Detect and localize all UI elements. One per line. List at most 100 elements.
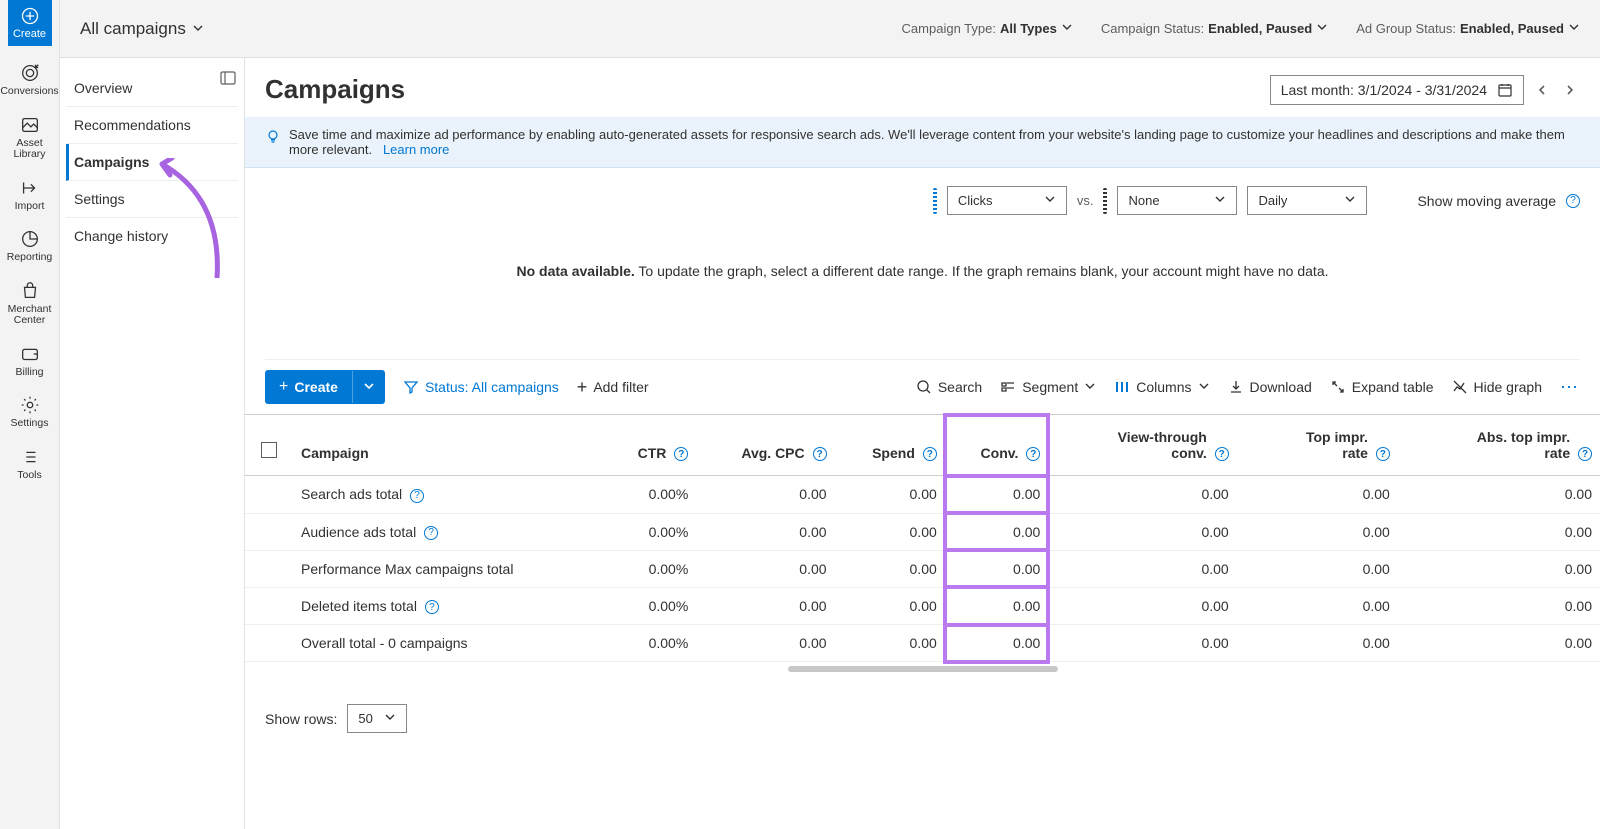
col-ctr[interactable]: CTR ? (605, 415, 696, 476)
rail-conversions[interactable]: Conversions (0, 54, 60, 106)
banner-text: Save time and maximize ad performance by… (289, 127, 1565, 157)
list-icon (19, 446, 41, 468)
filter-adgroup-status[interactable]: Ad Group Status: Enabled, Paused (1356, 21, 1580, 36)
col-campaign[interactable]: Campaign (293, 415, 605, 476)
rail-merchant-center[interactable]: Merchant Center (0, 272, 60, 335)
vs-label: vs. (1077, 193, 1094, 208)
chevron-down-icon (1198, 379, 1210, 395)
col-vtc[interactable]: View-through conv. ? (1048, 415, 1236, 476)
help-icon[interactable]: ? (1376, 447, 1390, 461)
expand-table-button[interactable]: Expand table (1330, 379, 1434, 395)
col-avgcpc[interactable]: Avg. CPC ? (696, 415, 834, 476)
row-name: Overall total - 0 campaigns (293, 625, 605, 662)
select-all-checkbox[interactable] (261, 442, 277, 458)
chevron-down-icon (1344, 193, 1356, 208)
segment-button[interactable]: Segment (1000, 379, 1096, 395)
expand-icon (1330, 379, 1346, 395)
table-create-button[interactable]: +Create (265, 370, 385, 404)
help-icon[interactable]: ? (1566, 194, 1580, 208)
add-filter-button[interactable]: + Add filter (577, 377, 649, 398)
create-button[interactable]: Create (8, 0, 52, 46)
nav-item-campaigns[interactable]: Campaigns (66, 144, 238, 181)
nav-item-overview[interactable]: Overview (66, 70, 238, 107)
moving-average-toggle[interactable]: Show moving average ? (1417, 193, 1580, 209)
help-icon[interactable]: ? (1215, 447, 1229, 461)
rail-settings[interactable]: Settings (0, 386, 60, 438)
search-button[interactable]: Search (916, 379, 982, 395)
download-icon (1228, 379, 1244, 395)
table-row: Audience ads total ?0.00%0.000.000.000.0… (245, 513, 1600, 550)
table-header-row: Campaign CTR ? Avg. CPC ? Spend ? Conv. … (245, 415, 1600, 476)
drag-handle-icon[interactable] (1103, 188, 1107, 214)
rail-billing[interactable]: Billing (0, 335, 60, 387)
top-bar: All campaigns Campaign Type: All Types C… (60, 0, 1600, 58)
status-filter[interactable]: Status: All campaigns (403, 379, 559, 395)
chevron-down-icon (1084, 379, 1096, 395)
chevron-down-icon (1568, 21, 1580, 36)
col-atir[interactable]: Abs. top impr. rate ? (1398, 415, 1600, 476)
table-toolbar: +Create Status: All campaigns + Add filt… (245, 360, 1600, 414)
col-conv[interactable]: Conv. ? (945, 415, 1049, 476)
help-icon[interactable]: ? (674, 447, 688, 461)
date-range-picker[interactable]: Last month: 3/1/2024 - 3/31/2024 (1270, 75, 1524, 105)
help-icon[interactable]: ? (410, 489, 424, 503)
chevron-down-icon (1214, 193, 1226, 208)
help-icon[interactable]: ? (425, 600, 439, 614)
help-icon[interactable]: ? (813, 447, 827, 461)
granularity-select[interactable]: Daily (1247, 186, 1367, 215)
collapse-nav-button[interactable] (220, 70, 236, 91)
hide-graph-icon (1452, 379, 1468, 395)
create-dropdown-button[interactable] (352, 371, 385, 403)
import-icon (19, 177, 41, 199)
help-icon[interactable]: ? (923, 447, 937, 461)
horizontal-scrollbar[interactable] (788, 666, 1058, 672)
more-menu-button[interactable]: ⋯ (1560, 377, 1580, 398)
filter-campaign-status[interactable]: Campaign Status: Enabled, Paused (1101, 21, 1328, 36)
nav-item-settings[interactable]: Settings (66, 181, 238, 218)
help-icon[interactable]: ? (1026, 447, 1040, 461)
rail-import[interactable]: Import (0, 169, 60, 221)
row-name: Audience ads total ? (293, 513, 605, 550)
scope-selector[interactable]: All campaigns (80, 19, 204, 39)
chevron-down-icon (192, 19, 204, 39)
table-row: Deleted items total ?0.00%0.000.000.000.… (245, 587, 1600, 624)
plus-circle-icon (20, 6, 40, 26)
col-spend[interactable]: Spend ? (835, 415, 945, 476)
row-name: Search ads total ? (293, 476, 605, 513)
wallet-icon (19, 343, 41, 365)
date-next-button[interactable] (1560, 80, 1580, 100)
date-prev-button[interactable] (1532, 80, 1552, 100)
columns-button[interactable]: Columns (1114, 379, 1209, 395)
rail-reporting[interactable]: Reporting (0, 220, 60, 272)
filter-campaign-type[interactable]: Campaign Type: All Types (902, 21, 1073, 36)
left-rail: Create Conversions Asset Library Import … (0, 0, 60, 829)
help-icon[interactable]: ? (424, 526, 438, 540)
info-banner: Save time and maximize ad performance by… (245, 117, 1600, 168)
segment-icon (1000, 379, 1016, 395)
col-tir[interactable]: Top impr. rate ? (1237, 415, 1398, 476)
hide-graph-button[interactable]: Hide graph (1452, 379, 1543, 395)
rail-asset-library[interactable]: Asset Library (0, 106, 60, 169)
create-label: Create (13, 28, 46, 40)
drag-handle-icon[interactable] (933, 188, 937, 214)
metric1-select[interactable]: Clicks (947, 186, 1067, 215)
learn-more-link[interactable]: Learn more (383, 142, 449, 157)
table-row: Search ads total ?0.00%0.000.000.000.000… (245, 476, 1600, 513)
chart-pie-icon (19, 228, 41, 250)
download-button[interactable]: Download (1228, 379, 1312, 395)
table-row: Performance Max campaigns total0.00%0.00… (245, 550, 1600, 587)
help-icon[interactable]: ? (1578, 447, 1592, 461)
metric2-select[interactable]: None (1117, 186, 1237, 215)
nav-item-recommendations[interactable]: Recommendations (66, 107, 238, 144)
gear-icon (19, 394, 41, 416)
columns-icon (1114, 379, 1130, 395)
no-data-message: No data available. To update the graph, … (265, 223, 1580, 360)
rail-tools[interactable]: Tools (0, 438, 60, 490)
show-rows-select[interactable]: 50 (347, 704, 407, 733)
nav-item-change-history[interactable]: Change history (66, 218, 238, 254)
panel-left-icon (220, 70, 236, 86)
sub-nav: OverviewRecommendationsCampaignsSettings… (60, 58, 245, 829)
show-rows-label: Show rows: (265, 711, 337, 727)
chevron-down-icon (384, 711, 396, 726)
image-icon (19, 114, 41, 136)
